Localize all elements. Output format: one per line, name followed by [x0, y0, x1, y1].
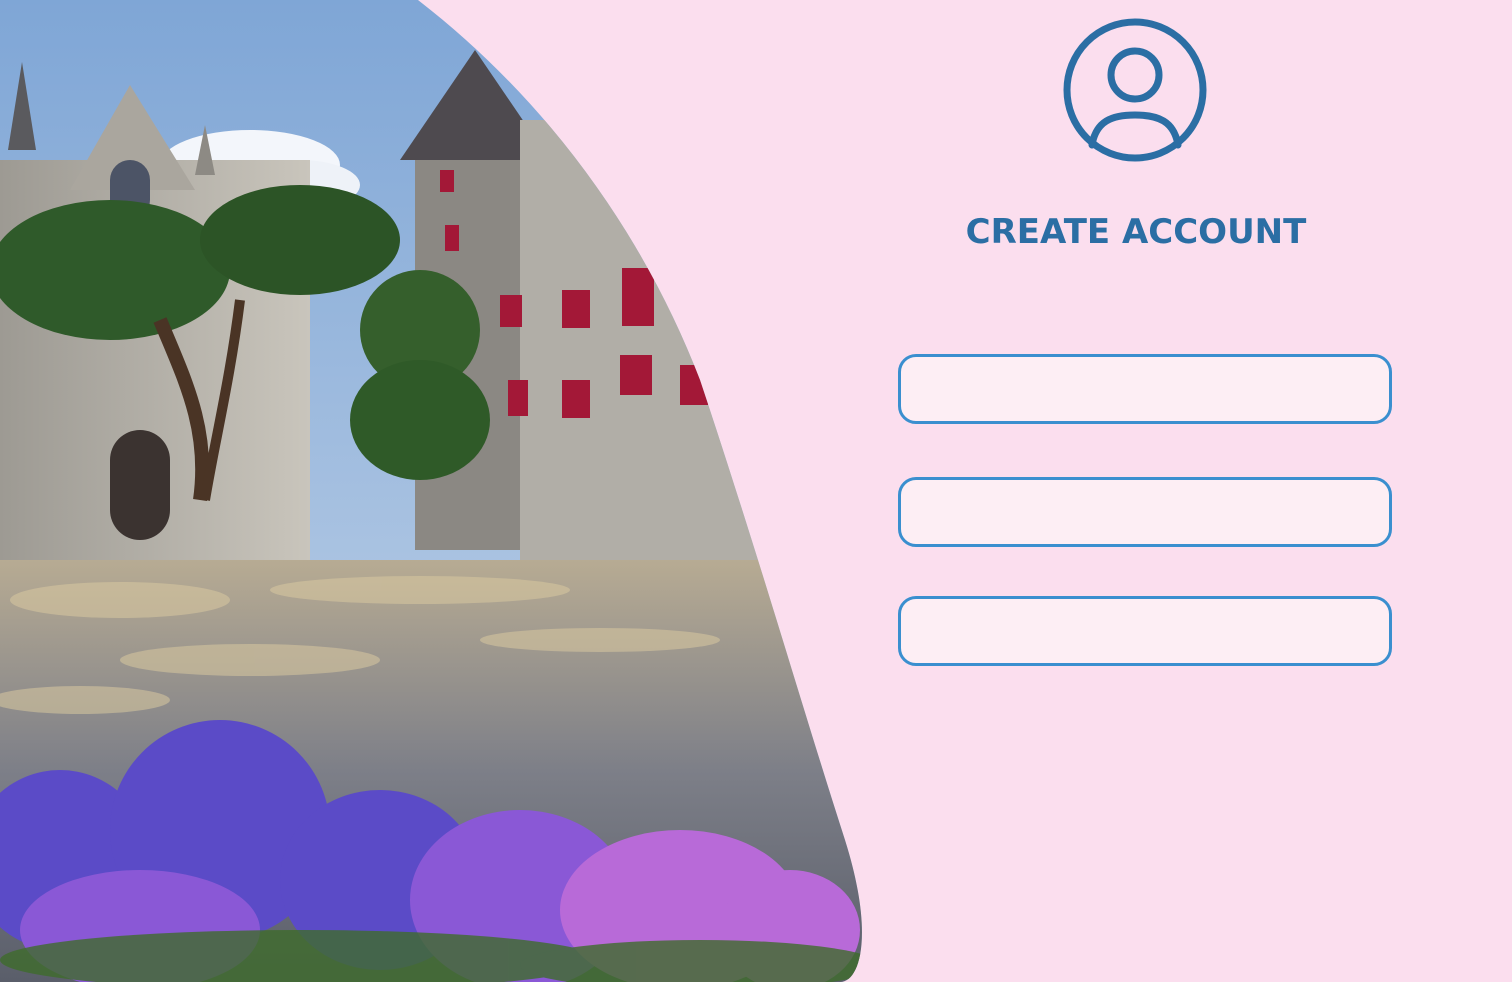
form-field-3[interactable]	[898, 596, 1392, 666]
form-field-1[interactable]	[898, 354, 1392, 424]
hero-photo	[0, 0, 880, 982]
user-circle-icon	[1062, 17, 1208, 163]
page-title: CREATE ACCOUNT	[965, 212, 1307, 252]
form-field-2[interactable]	[898, 477, 1392, 547]
create-account-page: CREATE ACCOUNT	[0, 0, 1512, 982]
